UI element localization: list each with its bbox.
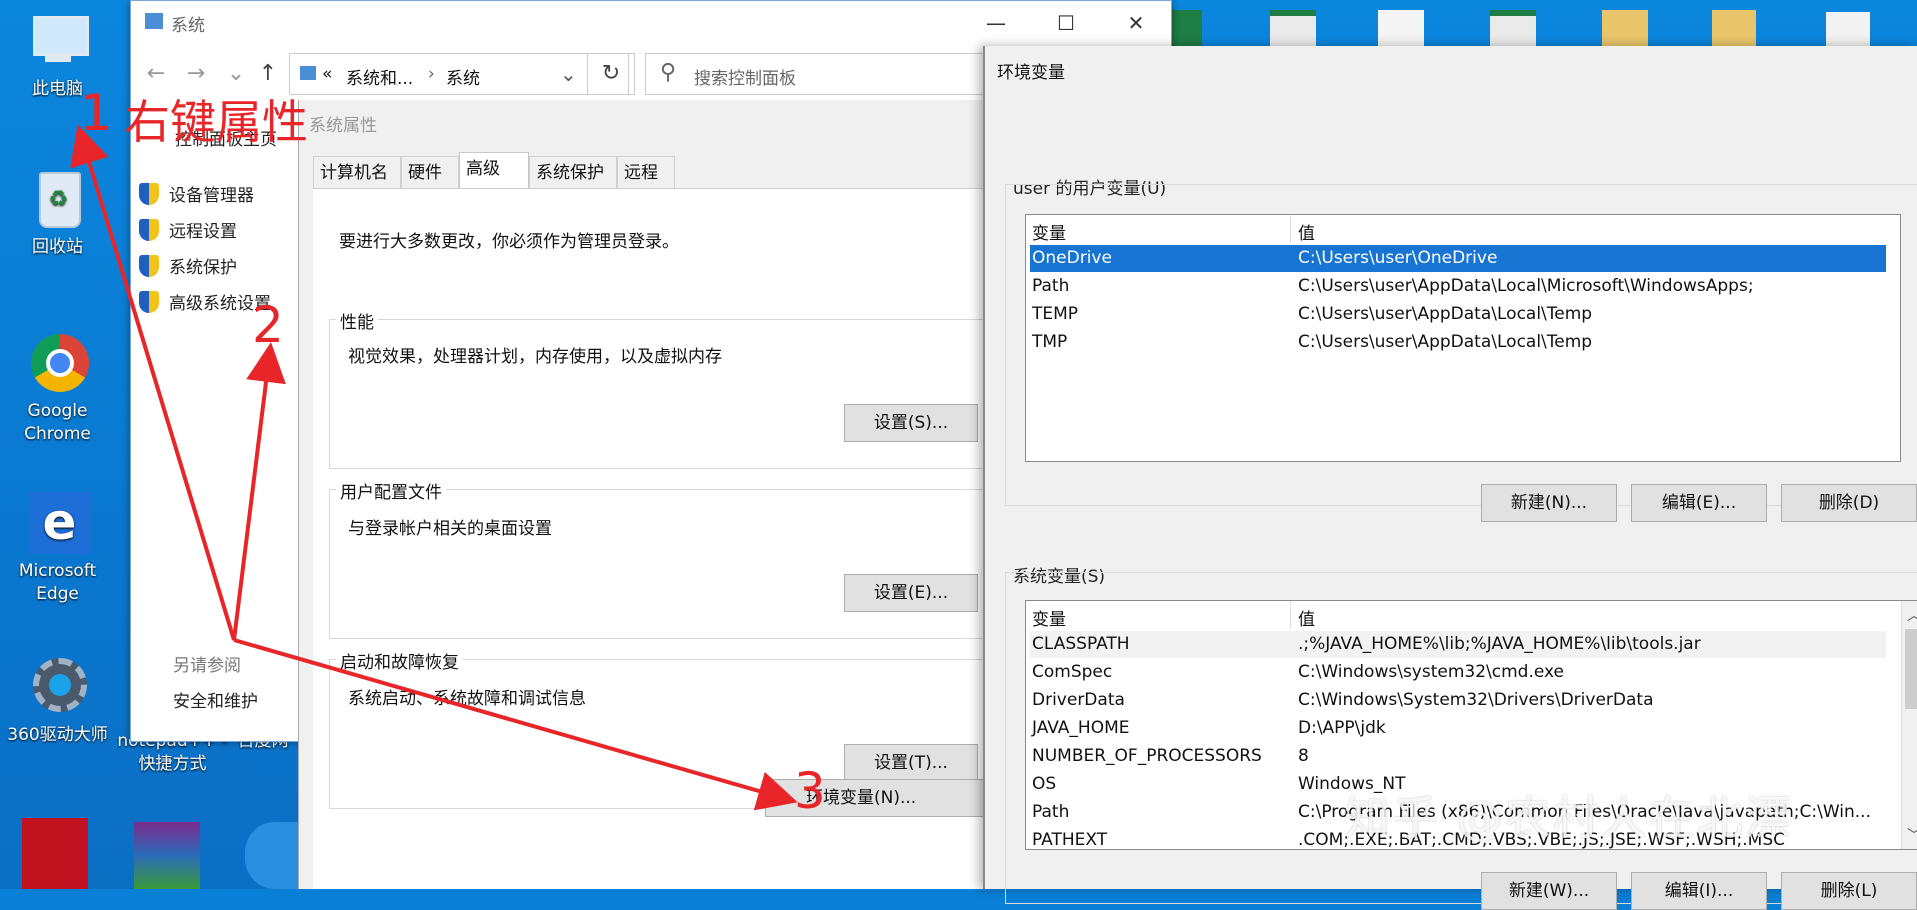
arrow-to-env-button [233,638,798,811]
step-3-number: 3 [794,762,826,820]
arrow-to-advanced-settings [232,342,286,641]
step-1-text: 右键属性 [124,95,308,149]
step-1-number: 1 [80,84,112,142]
step-2-number: 2 [252,296,284,354]
watermark: 知乎 @农村人在北漂 [1344,791,1793,845]
arrow-to-this-pc [70,124,236,641]
